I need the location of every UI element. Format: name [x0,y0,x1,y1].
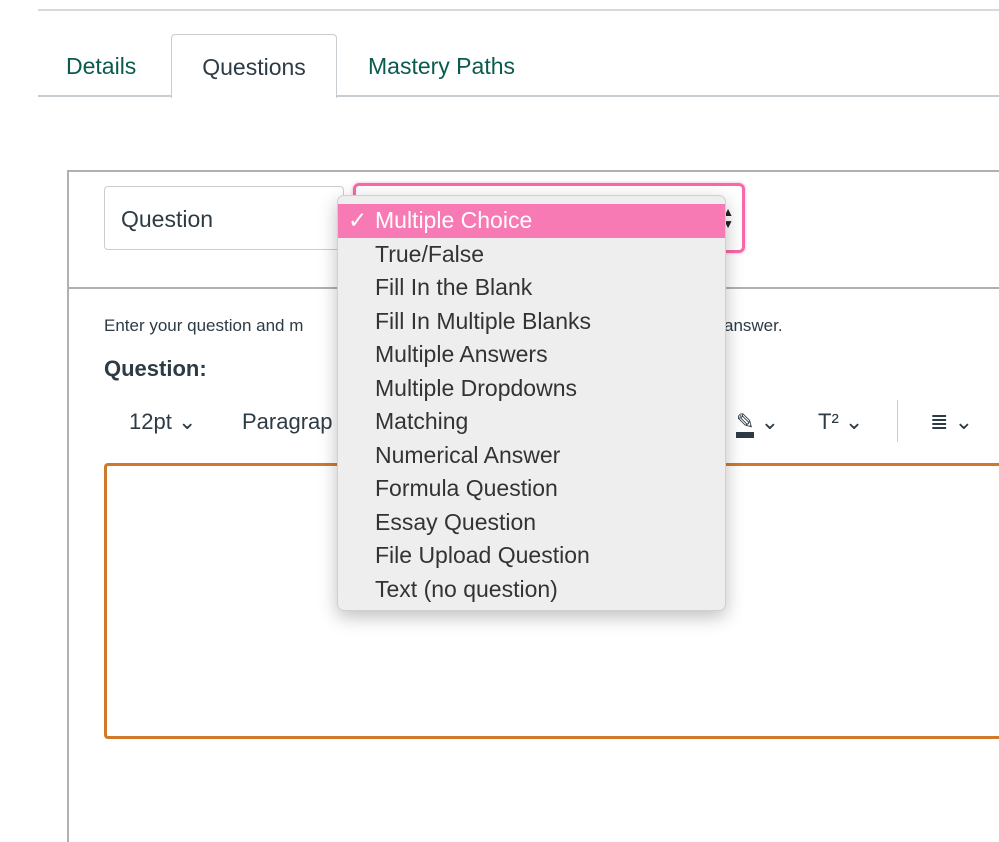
help-text: Enter your question and m answer. [104,316,783,335]
question-name-input[interactable]: Question [104,186,344,250]
menu-item[interactable]: Numerical Answer [338,439,725,473]
tab-questions[interactable]: Questions [171,34,337,98]
block-format-dropdown[interactable]: Paragrap [242,408,333,436]
tab-mastery-paths[interactable]: Mastery Paths [368,34,515,96]
chevron-down-icon: ⌄ [844,409,864,434]
top-divider [38,9,999,11]
chevron-down-icon: ⌄ [760,409,779,434]
highlighter-icon: ✎ [736,411,755,438]
menu-item[interactable]: Multiple Answers [338,338,725,372]
menu-item[interactable]: Multiple Dropdowns [338,372,725,406]
chevron-down-icon: ⌄ [177,409,197,434]
menu-item[interactable]: Essay Question [338,506,725,540]
superscript-button[interactable]: T² ⌄ [818,408,863,436]
menu-item[interactable]: True/False [338,238,725,272]
checkmark-icon: ✓ [348,207,368,233]
question-label: Question: [104,356,207,381]
menu-item[interactable]: Matching [338,405,725,439]
align-icon: ≣ [930,409,949,434]
toolbar-separator [897,400,898,442]
question-type-menu: ✓ Multiple Choice True/False Fill In the … [337,195,726,611]
font-size-dropdown[interactable]: 12pt ⌄ [129,408,196,436]
menu-item[interactable]: ✓ Multiple Choice [338,204,725,238]
highlight-color-button[interactable]: ✎ ⌄ [736,408,779,438]
menu-item[interactable]: Fill In Multiple Blanks [338,305,725,339]
align-button[interactable]: ≣ ⌄ [930,408,973,436]
menu-item[interactable]: Text (no question) [338,573,725,607]
menu-item[interactable]: File Upload Question [338,539,725,573]
menu-item[interactable]: Fill In the Blank [338,271,725,305]
tab-details[interactable]: Details [66,34,136,96]
menu-item[interactable]: Formula Question [338,472,725,506]
chevron-down-icon: ⌄ [954,409,973,434]
